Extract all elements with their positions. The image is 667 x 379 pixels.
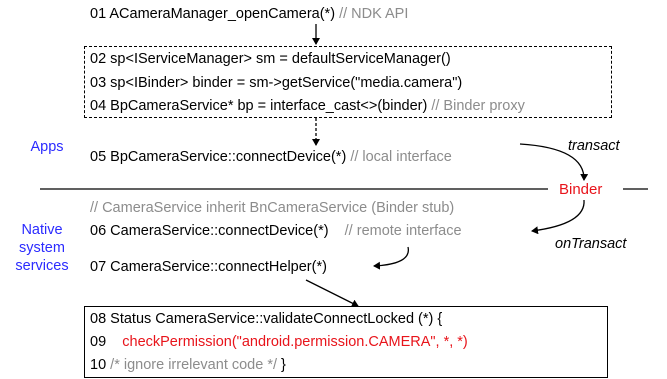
arrow-ontransact [531, 199, 585, 235]
code-comment: /* ignore irrelevant code */ [110, 357, 278, 373]
code-line-01: 01 ACameraManager_openCamera(*) // NDK A… [90, 5, 408, 23]
code-comment: // NDK API [339, 6, 409, 22]
code-line-06: 06 CameraService::connectDevice(*) // re… [90, 222, 462, 240]
code-text: 08 Status CameraService::validateConnect… [90, 311, 443, 327]
transact-label: transact [568, 138, 620, 154]
code-line-05: 05 BpCameraService::connectDevice(*) // … [90, 148, 452, 166]
apps-label: Apps [30, 139, 64, 155]
code-comment: // local interface [350, 149, 452, 165]
native-label-line: services [15, 258, 69, 274]
code-text: 07 CameraService::connectHelper(*) [90, 259, 327, 275]
code-text: 03 sp<IBinder> binder = sm->getService("… [90, 75, 463, 91]
code-line-02: 02 sp<IServiceManager> sm = defaultServi… [90, 50, 451, 68]
binder-label: Binder [559, 181, 603, 198]
code-text: 02 sp<IServiceManager> sm = defaultServi… [90, 51, 451, 67]
code-text: 05 BpCameraService::connectDevice(*) [90, 149, 351, 165]
code-line-comment: // CameraService inherit BnCameraService… [90, 200, 455, 216]
code-number: 10 [90, 357, 111, 373]
native-label-line: system [19, 240, 65, 256]
native-services-label: Native system services [2, 221, 82, 275]
code-line-09: 09 checkPermission("android.permission.C… [90, 333, 468, 351]
native-label-line: Native [21, 222, 63, 238]
code-line-08: 08 Status CameraService::validateConnect… [90, 310, 442, 328]
arrow-07-to-08 [305, 279, 359, 307]
code-line-03: 03 sp<IBinder> binder = sm->getService("… [90, 74, 462, 92]
code-line-10: 10 /* ignore irrelevant code */ } [90, 356, 286, 374]
ontransact-label: onTransact [555, 236, 627, 252]
code-number: 09 [90, 334, 123, 350]
code-comment: // remote interface [344, 223, 462, 239]
code-text: 01 ACameraManager_openCamera(*) [90, 6, 340, 22]
code-text: 06 CameraService::connectDevice(*) [90, 223, 345, 239]
code-comment: // Binder proxy [431, 98, 525, 114]
code-line-07: 07 CameraService::connectHelper(*) [90, 258, 327, 276]
code-line-04: 04 BpCameraService* bp = interface_cast<… [90, 97, 525, 115]
code-text: 04 BpCameraService* bp = interface_cast<… [90, 98, 432, 114]
arrow-06-to-07 [373, 246, 409, 270]
closing-brace: } [277, 357, 286, 373]
check-permission-call: checkPermission("android.permission.CAME… [122, 334, 468, 350]
